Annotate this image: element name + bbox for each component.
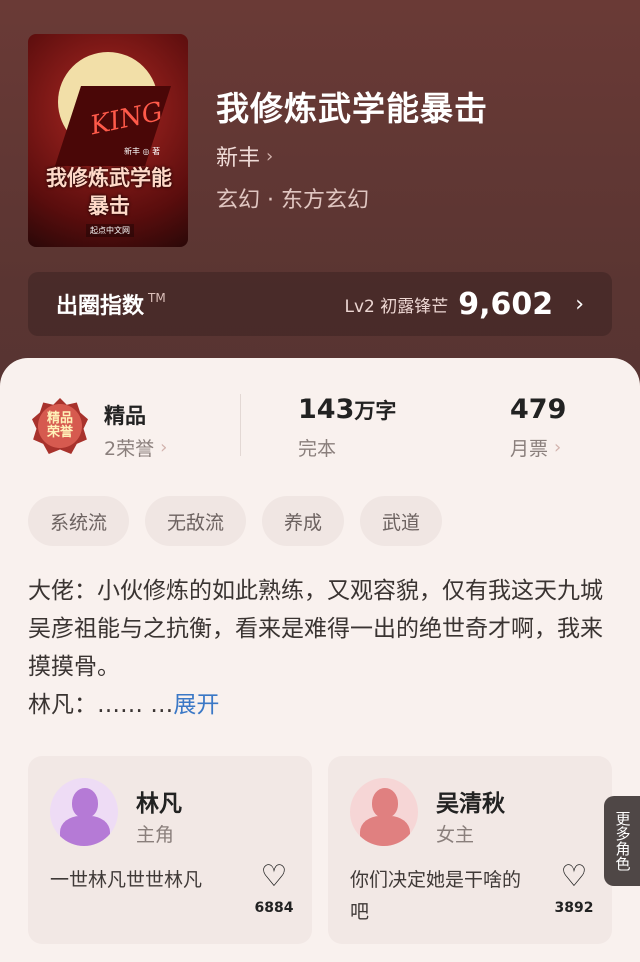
word-count-unit: 万字 [354, 399, 397, 423]
tag-chip[interactable]: 养成 [262, 496, 345, 546]
like-count: 6884 [254, 900, 294, 916]
heart-icon: ♡ [560, 859, 588, 894]
honor-title: 精品 [104, 404, 146, 428]
character-role: 主角 [136, 824, 175, 846]
character-quote: 你们决定她是干啥的吧 [350, 869, 522, 923]
circle-index-bar[interactable]: 出圈指数 TM Lv2 初露锋芒 9,602 › [28, 272, 612, 336]
like-count: 3892 [554, 900, 594, 916]
honor-badge-icon[interactable]: 精品 荣誉 [32, 398, 88, 454]
character-avatar [350, 778, 418, 846]
cover-author-text: 新丰 ◎ 著 [124, 147, 161, 156]
monthly-tickets-link[interactable]: 月票 › [510, 434, 561, 461]
trademark-mark: TM [148, 291, 166, 305]
tag-chip[interactable]: 无敌流 [145, 496, 247, 546]
chevron-right-icon: › [554, 437, 562, 458]
circle-index-level: Lv2 初露锋芒 [344, 296, 449, 317]
tag-chip[interactable]: 系统流 [28, 496, 130, 546]
chevron-right-icon: › [160, 437, 168, 458]
expand-link[interactable]: 展开 [173, 692, 219, 718]
description-text: 大佬：小伙修炼的如此熟练，又观容貌，仅有我这天九城吴彦祖能与之抗衡，看来是难得一… [28, 578, 603, 680]
chevron-right-icon: › [266, 145, 274, 167]
character-quote: 一世林凡世世林凡 [50, 869, 203, 891]
tag-chip[interactable]: 武道 [360, 496, 443, 546]
character-name: 吴清秋 [436, 791, 505, 817]
circle-index-score: 9,602 [458, 286, 554, 322]
character-role: 女主 [436, 824, 475, 846]
completion-status: 完本 [298, 438, 337, 460]
character-name: 林凡 [136, 791, 182, 817]
character-avatar [50, 778, 118, 846]
cover-title-text: 我修炼武学能暴击 [46, 165, 172, 218]
book-title: 我修炼武学能暴击 [216, 89, 488, 128]
word-count: 143万字 [298, 394, 396, 425]
book-header: KING 新丰 ◎ 著 我修炼武学能暴击 起点中文网 我修炼武学能暴击 新丰 ›… [0, 0, 640, 380]
author-link[interactable]: 新丰 › [216, 140, 273, 172]
book-cover[interactable]: KING 新丰 ◎ 著 我修炼武学能暴击 起点中文网 [28, 34, 188, 247]
monthly-tickets-label: 月票 [510, 438, 549, 460]
honor-count: 2荣誉 [104, 438, 155, 460]
honor-link[interactable]: 2荣誉 › [104, 434, 167, 461]
cover-publisher-text: 起点中文网 [86, 224, 134, 237]
honor-badge-text: 精品 荣誉 [46, 411, 73, 440]
tag-list: 系统流 无敌流 养成 武道 [28, 496, 443, 546]
circle-index-label: 出圈指数 [56, 294, 145, 319]
stat-divider [240, 394, 241, 456]
like-button[interactable]: ♡ 6884 [254, 859, 294, 917]
book-detail-sheet: 精品 荣誉 精品 2荣誉 › 143万字 完本 479 月票 › 系统流 无敌流… [0, 358, 640, 962]
book-description: 大佬：小伙修炼的如此熟练，又观容貌，仅有我这天九城吴彦祖能与之抗衡，看来是难得一… [28, 572, 612, 724]
word-count-value: 143 [298, 394, 355, 425]
heart-icon: ♡ [260, 859, 288, 894]
monthly-tickets-value: 479 [510, 394, 567, 425]
like-button[interactable]: ♡ 3892 [554, 859, 594, 917]
character-card[interactable]: 林凡 主角 一世林凡世世林凡 ♡ 6884 [28, 756, 312, 944]
description-line2: 林凡：…… … [28, 692, 174, 718]
chevron-right-icon: › [575, 291, 584, 317]
book-genre: 玄幻 · 东方玄幻 [216, 188, 369, 213]
character-card[interactable]: 吴清秋 女主 你们决定她是干啥的吧 ♡ 3892 [328, 756, 612, 944]
more-roles-tab[interactable]: 更多角色 [604, 796, 640, 886]
author-name: 新丰 [216, 146, 261, 171]
